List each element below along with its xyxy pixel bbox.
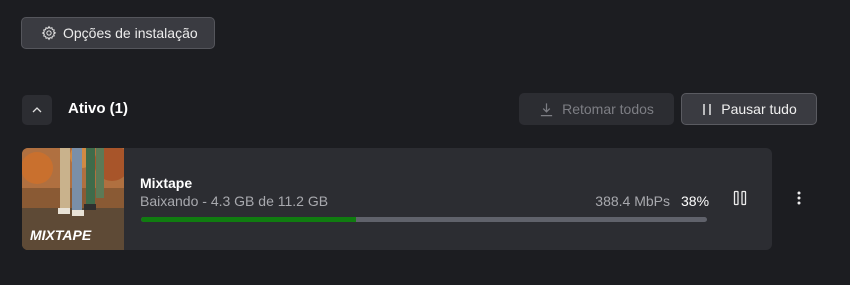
downloads-page: Opções de instalação Ativo (1) Retomar t… bbox=[0, 0, 850, 285]
progress-fill bbox=[141, 217, 357, 222]
game-thumbnail[interactable]: MIXTAPE bbox=[22, 148, 124, 250]
download-speed: 388.4 MbPs bbox=[595, 193, 670, 209]
install-options-label: Opções de instalação bbox=[63, 25, 198, 41]
download-percent: 38% bbox=[681, 193, 710, 209]
resume-all-label: Retomar todos bbox=[562, 101, 654, 117]
pause-download-button[interactable] bbox=[726, 184, 754, 212]
install-options-button[interactable]: Opções de instalação bbox=[21, 17, 215, 49]
gear-icon bbox=[41, 25, 57, 41]
more-options-button[interactable] bbox=[786, 184, 812, 212]
more-vertical-icon bbox=[797, 191, 801, 205]
pause-all-button[interactable]: Pausar tudo bbox=[681, 93, 817, 125]
collapse-section-button[interactable] bbox=[22, 95, 52, 125]
resume-all-button[interactable]: Retomar todos bbox=[519, 93, 674, 125]
game-thumbnail-art: MIXTAPE bbox=[22, 148, 124, 250]
thumbnail-logo-text: MIXTAPE bbox=[30, 227, 92, 243]
pause-icon bbox=[733, 190, 747, 206]
pause-all-label: Pausar tudo bbox=[721, 101, 797, 117]
download-icon bbox=[540, 102, 553, 116]
download-item: MIXTAPE Mixtape Baixando - 4.3 GB de 11.… bbox=[22, 148, 772, 250]
section-title: Ativo (1) bbox=[68, 100, 128, 117]
pause-icon bbox=[703, 103, 711, 115]
progress-bar bbox=[141, 217, 707, 222]
download-status: Baixando - 4.3 GB de 11.2 GB bbox=[140, 193, 329, 209]
game-title: Mixtape bbox=[140, 175, 193, 191]
chevron-up-icon bbox=[32, 107, 42, 113]
